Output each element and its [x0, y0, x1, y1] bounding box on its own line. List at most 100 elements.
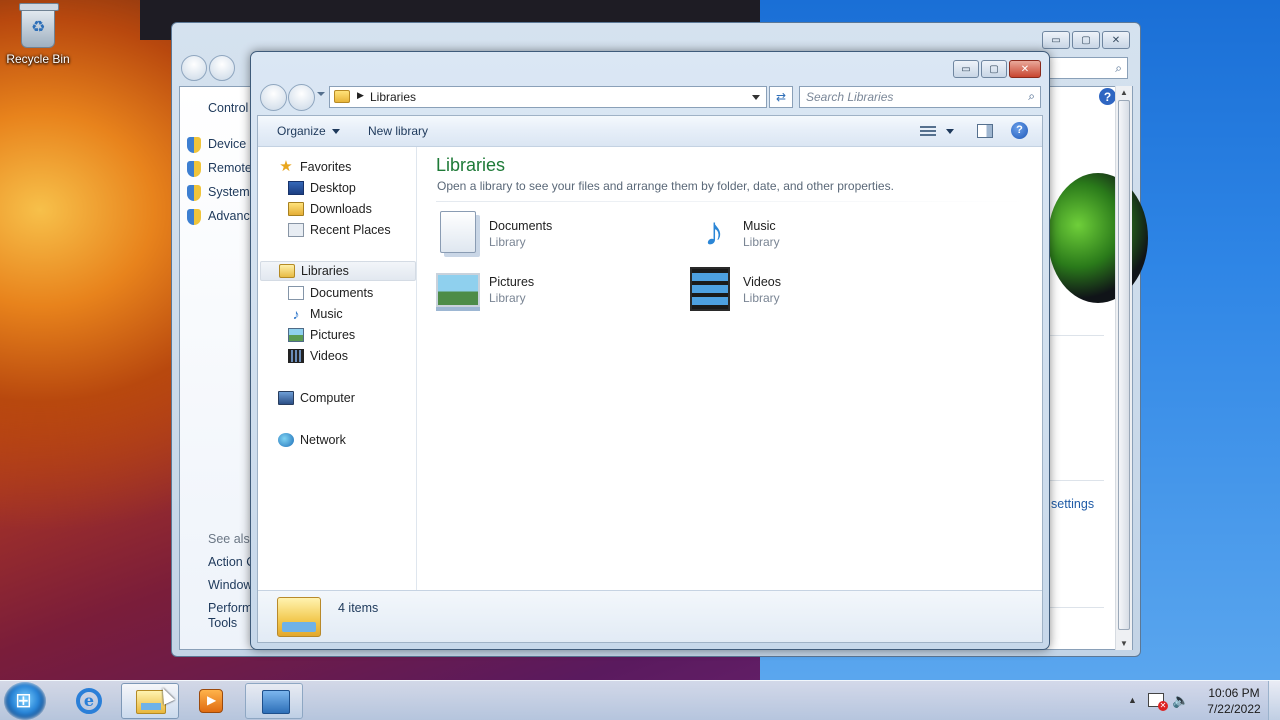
- divider: [1048, 480, 1104, 481]
- breadcrumb-libraries[interactable]: Libraries: [370, 90, 416, 104]
- clock-time: 10:06 PM: [1208, 686, 1260, 700]
- network-icon: [278, 433, 294, 447]
- downloads-folder-icon: [288, 202, 304, 216]
- refresh-icon[interactable]: ⇄: [769, 86, 793, 108]
- computer-icon: [278, 391, 294, 405]
- explorer-body: Organize New library ? ★ Favorites Deskt…: [257, 115, 1043, 643]
- back-button[interactable]: [260, 84, 287, 111]
- windows-logo-icon: [1048, 173, 1148, 303]
- nav-documents-label: Documents: [310, 286, 374, 300]
- performance-tools-link[interactable]: Tools: [208, 616, 237, 630]
- library-tile-videos[interactable]: Videos Library: [690, 265, 930, 319]
- start-button[interactable]: [4, 682, 46, 720]
- page-title: Libraries: [436, 155, 506, 175]
- shield-icon: [187, 209, 201, 225]
- explorer-navigation-bar: ▶ Libraries ⇄ ⌕: [259, 82, 1041, 112]
- library-tile-music[interactable]: ♪ Music Library: [690, 209, 930, 263]
- control-panel-icon: [262, 690, 290, 714]
- close-button[interactable]: ✕: [1009, 60, 1041, 78]
- help-icon[interactable]: ?: [1099, 88, 1116, 105]
- desktop-icon: [288, 181, 304, 195]
- nav-favorites[interactable]: ★ Favorites: [278, 157, 351, 177]
- minimize-button[interactable]: ▭: [1042, 31, 1070, 49]
- search-icon[interactable]: ⌕: [1028, 89, 1035, 104]
- address-dropdown-icon[interactable]: [752, 95, 760, 100]
- help-icon[interactable]: ?: [1011, 122, 1028, 139]
- recent-pages-dropdown-icon[interactable]: [317, 92, 325, 96]
- documents-icon: [288, 286, 304, 300]
- new-library-button[interactable]: New library: [368, 124, 428, 138]
- control-panel-nav-buttons: [181, 55, 235, 81]
- divider: [436, 201, 1028, 202]
- nav-recent-places[interactable]: Recent Places: [288, 220, 391, 240]
- action-center-flag-icon[interactable]: [1148, 693, 1168, 711]
- breadcrumb-separator-icon[interactable]: ▶: [357, 90, 364, 101]
- forward-button[interactable]: [209, 55, 235, 81]
- clock[interactable]: 10:06 PM 7/22/2022: [1198, 685, 1270, 717]
- library-type: Library: [743, 291, 780, 305]
- library-tile-documents[interactable]: Documents Library: [436, 209, 676, 263]
- control-panel-scrollbar[interactable]: ▲ ▼: [1115, 86, 1132, 650]
- library-name: Videos: [743, 275, 781, 289]
- control-panel-home-link[interactable]: Control: [208, 101, 248, 115]
- nav-videos[interactable]: Videos: [288, 346, 348, 366]
- nav-downloads[interactable]: Downloads: [288, 199, 372, 219]
- maximize-button[interactable]: ▢: [981, 60, 1007, 78]
- view-options-dropdown-icon[interactable]: [946, 129, 954, 134]
- action-center-link[interactable]: Action C: [208, 555, 255, 569]
- address-bar[interactable]: ▶ Libraries: [329, 86, 767, 108]
- libraries-content: Libraries Open a library to see your fil…: [418, 147, 1042, 590]
- videos-icon: [288, 349, 304, 363]
- pictures-library-icon: [436, 273, 480, 307]
- windows-update-link[interactable]: Window: [208, 578, 252, 592]
- nav-libraries-label: Libraries: [301, 264, 349, 278]
- library-type: Library: [489, 235, 526, 249]
- search-input[interactable]: [806, 88, 1016, 106]
- system-protection-link[interactable]: System: [208, 185, 250, 199]
- taskbar-media-player[interactable]: [181, 683, 239, 719]
- nav-documents[interactable]: Documents: [288, 283, 373, 303]
- close-button[interactable]: ✕: [1102, 31, 1130, 49]
- nav-pictures[interactable]: Pictures: [288, 325, 355, 345]
- taskbar-control-panel[interactable]: [245, 683, 303, 719]
- show-desktop-button[interactable]: [1268, 681, 1280, 720]
- show-hidden-icons-icon[interactable]: ▲: [1128, 695, 1137, 705]
- notification-area: ▲ 🔈 10:06 PM 7/22/2022: [1120, 681, 1280, 720]
- nav-desktop[interactable]: Desktop: [288, 178, 356, 198]
- library-name: Pictures: [489, 275, 535, 289]
- change-view-icon[interactable]: [920, 124, 936, 138]
- organize-button[interactable]: Organize: [277, 124, 340, 138]
- library-tile-pictures[interactable]: Pictures Library: [436, 265, 676, 319]
- nav-computer-label: Computer: [300, 391, 355, 405]
- recent-places-icon: [288, 223, 304, 237]
- minimize-button[interactable]: ▭: [953, 60, 979, 78]
- shield-icon: [187, 137, 201, 153]
- shield-icon: [187, 161, 201, 177]
- recycle-bin-shortcut[interactable]: Recycle Bin: [6, 3, 70, 66]
- nav-computer[interactable]: Computer: [278, 388, 355, 408]
- taskbar: e ▲ 🔈 10:06 PM 7/22/2022: [0, 680, 1280, 720]
- control-panel-search[interactable]: ⌕: [1048, 57, 1128, 79]
- scroll-thumb[interactable]: [1118, 100, 1130, 630]
- nav-recent-places-label: Recent Places: [310, 223, 391, 237]
- scroll-down-icon[interactable]: ▼: [1120, 639, 1128, 648]
- maximize-button[interactable]: ▢: [1072, 31, 1100, 49]
- forward-button[interactable]: [288, 84, 315, 111]
- nav-music[interactable]: ♪ Music: [288, 304, 343, 324]
- explorer-window[interactable]: ▭ ▢ ✕ ▶ Libraries ⇄ ⌕ Organize New libra…: [250, 51, 1050, 650]
- speaker-muted-icon[interactable]: 🔈: [1172, 692, 1189, 709]
- nav-network[interactable]: Network: [278, 430, 346, 450]
- nav-music-label: Music: [310, 307, 343, 321]
- change-settings-link[interactable]: settings: [1051, 497, 1094, 511]
- preview-pane-icon[interactable]: [977, 124, 993, 138]
- item-count: 4 items: [338, 601, 379, 615]
- search-box[interactable]: ⌕: [799, 86, 1041, 108]
- nav-libraries[interactable]: Libraries: [260, 261, 416, 281]
- taskbar-internet-explorer[interactable]: e: [60, 683, 118, 719]
- performance-link[interactable]: Perform: [208, 601, 252, 615]
- remote-settings-link[interactable]: Remote: [208, 161, 252, 175]
- scroll-up-icon[interactable]: ▲: [1120, 88, 1128, 97]
- control-panel-caption-buttons: ▭ ▢ ✕: [1042, 31, 1130, 49]
- back-button[interactable]: [181, 55, 207, 81]
- pictures-icon: [288, 328, 304, 342]
